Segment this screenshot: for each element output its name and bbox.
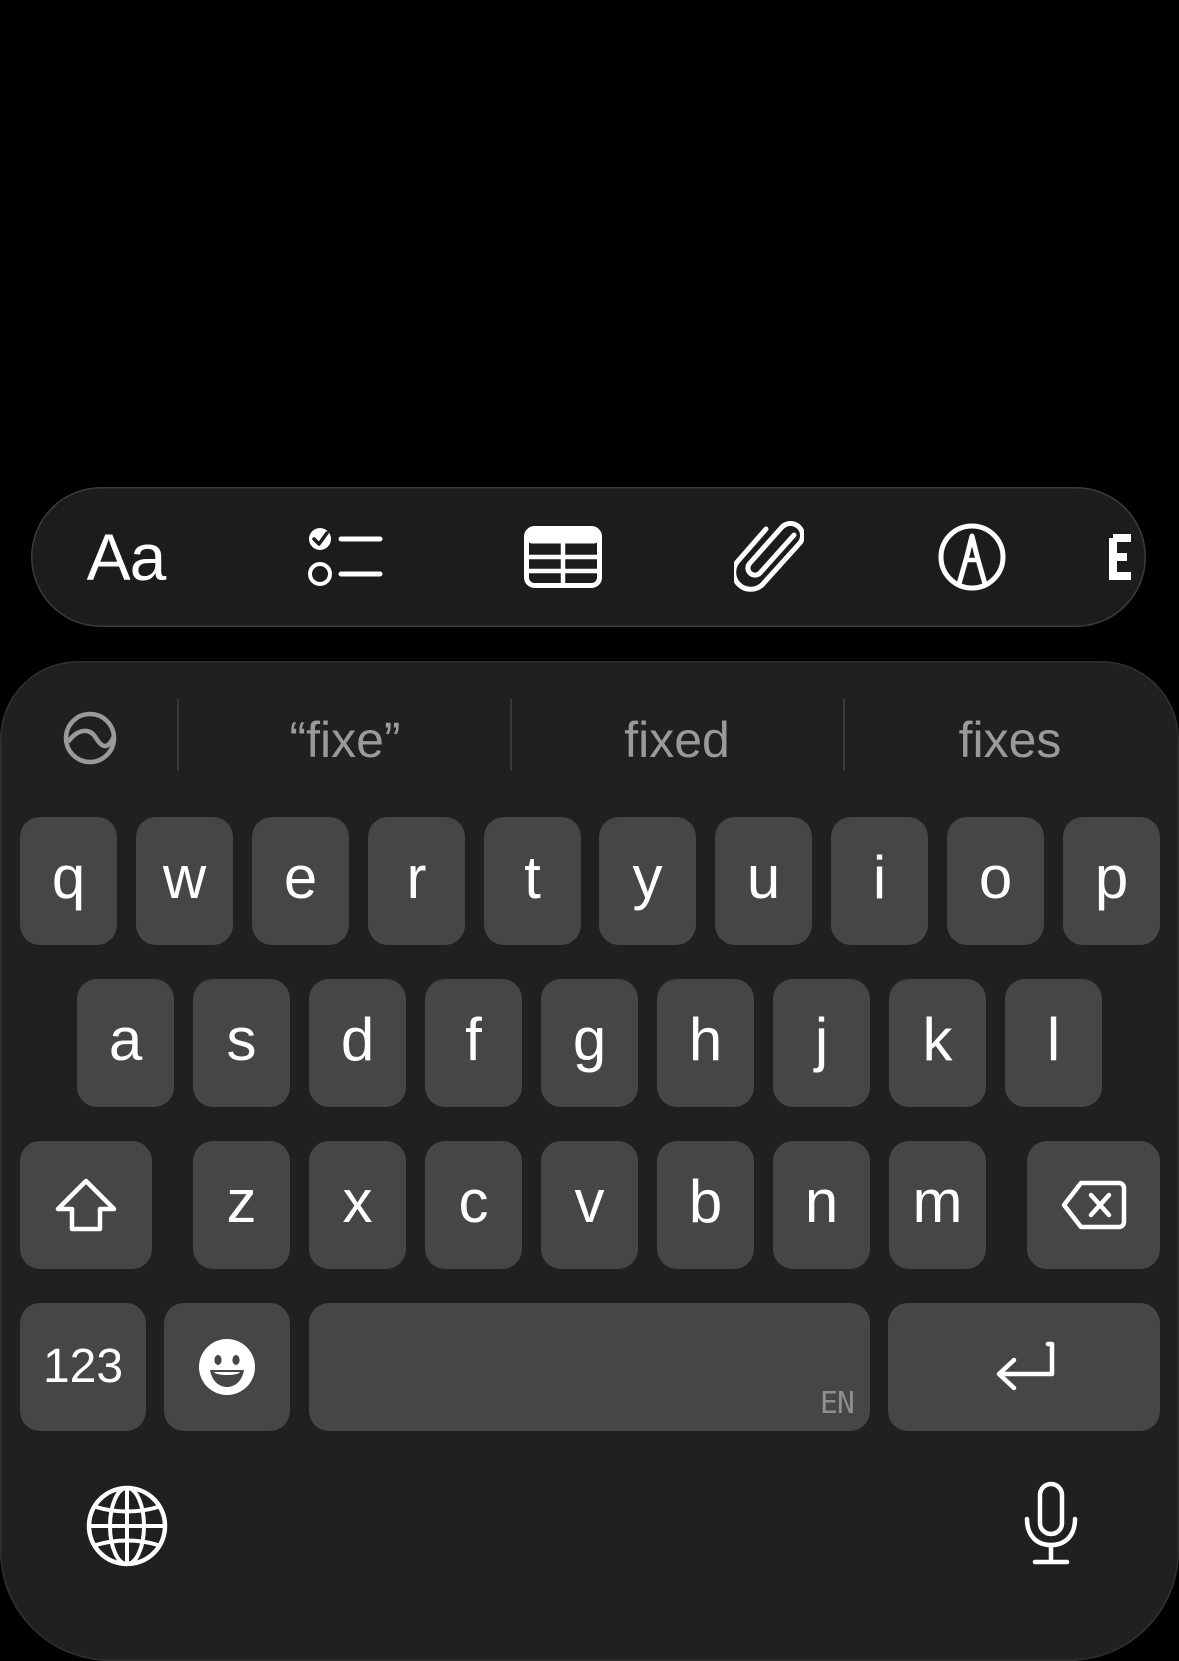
text-format-icon: Aa: [86, 520, 167, 594]
checklist-icon: [308, 528, 383, 586]
key-v[interactable]: v: [541, 1141, 638, 1269]
key-f[interactable]: f: [425, 979, 522, 1107]
prediction-toggle-icon: [63, 711, 117, 765]
table-icon: [524, 526, 602, 588]
key-a[interactable]: a: [77, 979, 174, 1107]
table-button[interactable]: [503, 487, 623, 627]
key-j[interactable]: j: [773, 979, 870, 1107]
key-y[interactable]: y: [599, 817, 696, 945]
key-label: g: [572, 1006, 607, 1073]
key-label: v: [574, 1168, 605, 1235]
suggestion-item[interactable]: “fixe”: [180, 705, 510, 775]
dictation-button[interactable]: [1006, 1476, 1096, 1572]
suggestion-divider: [177, 699, 179, 771]
key-label: x: [342, 1168, 373, 1235]
key-r[interactable]: r: [368, 817, 465, 945]
key-label: o: [978, 844, 1013, 911]
attachment-button[interactable]: [709, 487, 829, 627]
shift-icon: [55, 1178, 117, 1232]
prediction-toggle-button[interactable]: [60, 708, 120, 768]
key-c[interactable]: c: [425, 1141, 522, 1269]
pen-circle-icon: [938, 523, 1006, 591]
key-l[interactable]: l: [1005, 979, 1102, 1107]
key-label: u: [746, 844, 781, 911]
key-b[interactable]: b: [657, 1141, 754, 1269]
key-label: b: [688, 1168, 723, 1235]
key-label: z: [226, 1168, 257, 1235]
emoji-key[interactable]: [164, 1303, 290, 1431]
formatting-toolbar: Aa: [31, 487, 1146, 627]
key-label: r: [406, 844, 427, 911]
key-label: a: [108, 1006, 143, 1073]
space-bar[interactable]: EN: [309, 1303, 870, 1431]
key-label: w: [162, 844, 207, 911]
numbers-key-label: 123: [42, 1340, 124, 1393]
key-label: k: [922, 1006, 953, 1073]
key-label: l: [1046, 1006, 1061, 1073]
partially-visible-icon: [1109, 534, 1131, 580]
suggestion-item[interactable]: fixed: [512, 705, 842, 775]
numbers-key[interactable]: 123: [20, 1303, 146, 1431]
key-w[interactable]: w: [136, 817, 233, 945]
more-button[interactable]: [1109, 487, 1146, 627]
key-label: t: [524, 844, 541, 911]
key-d[interactable]: d: [309, 979, 406, 1107]
keyboard: “fixe” fixed fixes q w e r t y u i o p a…: [0, 661, 1179, 1661]
key-g[interactable]: g: [541, 979, 638, 1107]
suggestion-item[interactable]: fixes: [845, 705, 1175, 775]
key-label: h: [688, 1006, 723, 1073]
key-label: q: [51, 844, 86, 911]
microphone-icon: [1024, 1481, 1078, 1565]
delete-key[interactable]: [1027, 1141, 1160, 1269]
key-m[interactable]: m: [889, 1141, 986, 1269]
markup-button[interactable]: [912, 487, 1032, 627]
key-x[interactable]: x: [309, 1141, 406, 1269]
key-label: f: [465, 1006, 482, 1073]
key-e[interactable]: e: [252, 817, 349, 945]
key-o[interactable]: o: [947, 817, 1044, 945]
space-language-label: EN: [819, 1386, 855, 1421]
key-t[interactable]: t: [484, 817, 581, 945]
key-i[interactable]: i: [831, 817, 928, 945]
key-k[interactable]: k: [889, 979, 986, 1107]
key-s[interactable]: s: [193, 979, 290, 1107]
key-label: e: [283, 844, 318, 911]
key-label: d: [340, 1006, 375, 1073]
checklist-button[interactable]: [286, 487, 406, 627]
return-icon: [996, 1341, 1055, 1391]
globe-icon: [86, 1485, 168, 1567]
predictive-bar: “fixe” fixed fixes: [0, 661, 1179, 811]
format-text-button[interactable]: Aa: [66, 487, 186, 627]
key-u[interactable]: u: [715, 817, 812, 945]
key-label: j: [814, 1006, 829, 1073]
key-label: n: [804, 1168, 839, 1235]
key-label: m: [912, 1168, 963, 1235]
key-p[interactable]: p: [1063, 817, 1160, 945]
key-label: y: [632, 844, 663, 911]
delete-icon: [1061, 1180, 1126, 1230]
key-z[interactable]: z: [193, 1141, 290, 1269]
return-key[interactable]: [888, 1303, 1160, 1431]
key-label: s: [226, 1006, 257, 1073]
key-label: c: [458, 1168, 489, 1235]
key-label: p: [1094, 844, 1129, 911]
key-n[interactable]: n: [773, 1141, 870, 1269]
paperclip-icon: [734, 521, 804, 592]
key-q[interactable]: q: [20, 817, 117, 945]
key-h[interactable]: h: [657, 979, 754, 1107]
key-label: i: [872, 844, 887, 911]
shift-key[interactable]: [20, 1141, 152, 1269]
emoji-icon: [199, 1339, 255, 1395]
globe-button[interactable]: [82, 1481, 172, 1571]
